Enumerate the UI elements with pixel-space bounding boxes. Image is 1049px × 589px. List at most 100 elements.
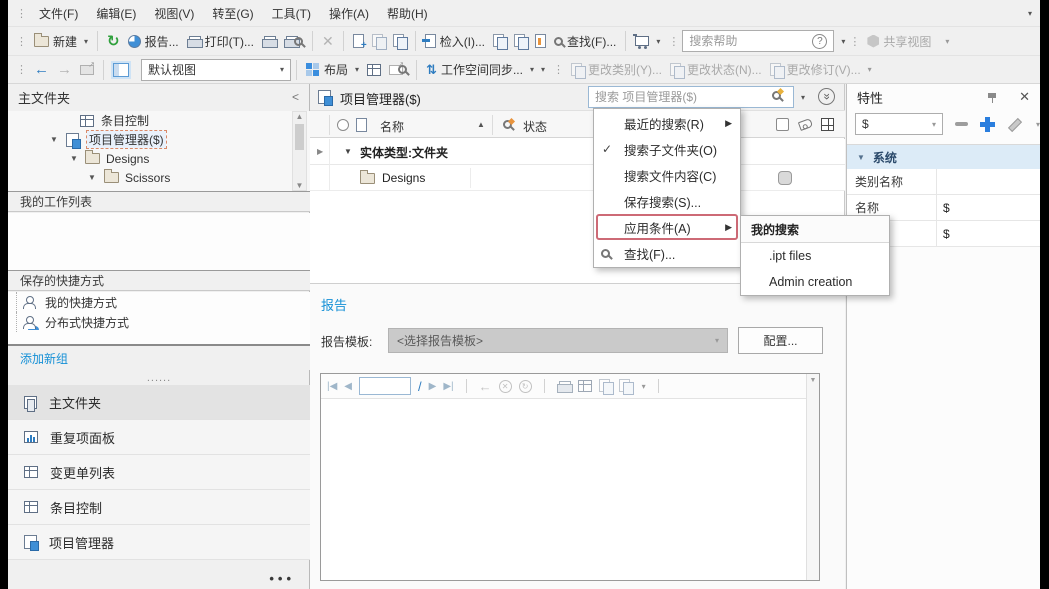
toolbar-grip[interactable]: ⋮ [845,35,863,48]
quick-print-button[interactable] [258,34,280,49]
group-expander-icon[interactable]: ▼ [344,147,352,156]
next-page-icon[interactable]: ▶ [429,381,437,392]
forward-button[interactable]: → [53,59,76,80]
grid-view-icon[interactable] [821,118,834,131]
job-queue-button[interactable]: ▾ [631,34,664,49]
section-collapse-icon[interactable]: ▼ [857,153,865,162]
close-icon[interactable]: ✕ [1019,89,1030,105]
nav-item-control[interactable]: 条目控制 [8,490,310,525]
table-row-designs[interactable]: Designs [310,165,845,191]
submenu-item-ipt-files[interactable]: .ipt files [741,243,889,269]
new-file-button[interactable] [349,32,368,51]
tag-icon[interactable] [797,118,814,131]
nav-project-explorer[interactable]: 项目管理器 [8,525,310,560]
print-layout-icon[interactable] [577,380,592,392]
scrollbar-thumb[interactable] [295,124,304,150]
shortcut-my[interactable]: 我的快捷方式 [16,292,310,312]
tree-item-scissors[interactable]: ▼ Scissors [8,168,310,187]
splitter-row[interactable]: ...... [8,370,310,385]
property-row-category[interactable]: 类别名称 [847,169,1040,195]
toolbar-grip[interactable]: ⋮ [12,35,30,48]
back-icon[interactable]: ← [479,379,492,394]
scroll-down-icon[interactable]: ▼ [807,374,819,384]
add-new-group-link[interactable]: 添加新组 [20,350,68,367]
up-folder-button[interactable] [76,60,98,77]
menu-item-find[interactable]: 查找(F)... [594,240,740,266]
pin-icon[interactable] [988,92,997,103]
add-property-icon[interactable] [979,116,995,132]
menu-view[interactable]: 视图(V) [145,1,203,26]
checkin-button[interactable]: 检入(I)... [421,31,489,52]
menu-goto[interactable]: 转至(G) [203,1,262,26]
get-latest-button[interactable] [531,32,550,50]
report-template-selector[interactable]: <选择报告模板> ▾ [388,328,728,353]
menu-help[interactable]: 帮助(H) [378,1,437,26]
status-filter-icon[interactable] [503,120,512,129]
print-button[interactable]: 打印(T)... [183,31,258,52]
nav-duplicates-panel[interactable]: 重复项面板 [8,420,310,455]
menubar-overflow-icon[interactable]: ▾ [1028,9,1032,18]
export-dropdown-icon[interactable]: ▾ [642,382,646,391]
view-selector[interactable]: 默认视图 ▾ [141,58,291,81]
help-icon[interactable]: ? [812,33,828,49]
row-expander-icon[interactable]: ▶ [317,147,323,156]
saved-shortcuts-header[interactable]: 保存的快捷方式 [8,270,310,291]
workspace-sync-button[interactable]: ⇅ 工作空间同步... ▾ ▾ [422,59,549,80]
print-preview-button[interactable] [280,34,307,49]
remove-property-icon[interactable] [954,122,968,126]
menu-item-recent-searches[interactable]: 最近的搜索(R) ▶ [594,110,740,136]
change-state-button[interactable]: 更改状态(N)... [666,59,766,80]
new-button[interactable]: 新建 ▾ [30,31,92,52]
tree-scrollbar[interactable]: ▲ ▼ [292,111,307,191]
filetype-column-icon[interactable] [356,118,367,132]
refresh-icon[interactable]: ↻ [518,379,532,393]
layout-button[interactable]: 布局 ▾ [302,59,363,80]
scroll-up-icon[interactable]: ▲ [293,112,306,121]
details-button[interactable] [363,62,385,78]
header-checkbox[interactable] [776,118,789,131]
print-report-icon[interactable] [556,380,573,393]
expander-icon[interactable]: ▼ [50,135,58,144]
state-column-icon[interactable] [337,119,349,131]
delete-button[interactable]: ✕ [318,32,338,50]
shortcut-distributed[interactable]: 分布式快捷方式 [16,312,310,332]
panel-layout-toggle[interactable] [109,60,133,79]
menu-item-save-search[interactable]: 保存搜索(S)... [594,188,740,214]
expander-icon[interactable]: ▼ [88,173,96,182]
report-scrollbar[interactable]: ▼ [806,374,819,580]
property-scope-selector[interactable]: $ ▾ [855,113,943,135]
menu-item-apply-criteria[interactable]: 应用条件(A) ▶ [594,214,740,240]
sort-ascending-icon[interactable]: ▲ [477,120,485,129]
back-button[interactable]: ← [30,59,53,80]
expand-all-icon[interactable]: « [818,88,835,105]
page-setup-icon[interactable] [598,379,614,395]
submenu-item-admin-creation[interactable]: Admin creation [741,269,889,295]
tree-item-designs[interactable]: ▼ Designs [8,149,310,168]
tree-item-project-explorer[interactable]: ▼ 项目管理器($) [8,130,310,149]
paste-button[interactable] [389,32,410,50]
report-section-label[interactable]: 报告 [321,295,347,314]
search-star-icon[interactable] [772,91,781,100]
first-page-icon[interactable]: |◀ [327,381,337,392]
collapse-panel-icon[interactable]: < [292,90,299,104]
row-checkbox[interactable] [778,171,792,185]
group-row[interactable]: ▶ ▼ 实体类型:文件夹 [310,139,845,165]
edit-property-icon[interactable] [1007,117,1021,131]
search-folder-button[interactable] [385,60,411,77]
nav-change-order-list[interactable]: 变更单列表 [8,455,310,490]
undo-checkout-button[interactable] [510,32,531,50]
column-status[interactable]: 状态 [523,118,547,135]
toolbar-grip[interactable]: ⋮ [549,63,567,76]
toolbar-grip[interactable]: ⋮ [664,35,682,48]
scroll-down-icon[interactable]: ▼ [293,181,306,190]
page-number-input[interactable] [359,377,411,395]
menu-item-search-file-content[interactable]: 搜索文件内容(C) [594,162,740,188]
menu-tools[interactable]: 工具(T) [263,1,320,26]
edit-dropdown-icon[interactable]: ▾ [1036,120,1040,129]
menu-file[interactable]: 文件(F) [30,1,87,26]
menu-item-search-subfolders[interactable]: ✓ 搜索子文件夹(O) [594,136,740,162]
refresh-button[interactable]: ↻ [103,32,124,51]
search-input[interactable] [588,86,794,108]
export-icon[interactable] [618,379,634,395]
change-category-button[interactable]: 更改类别(Y)... [567,59,666,80]
